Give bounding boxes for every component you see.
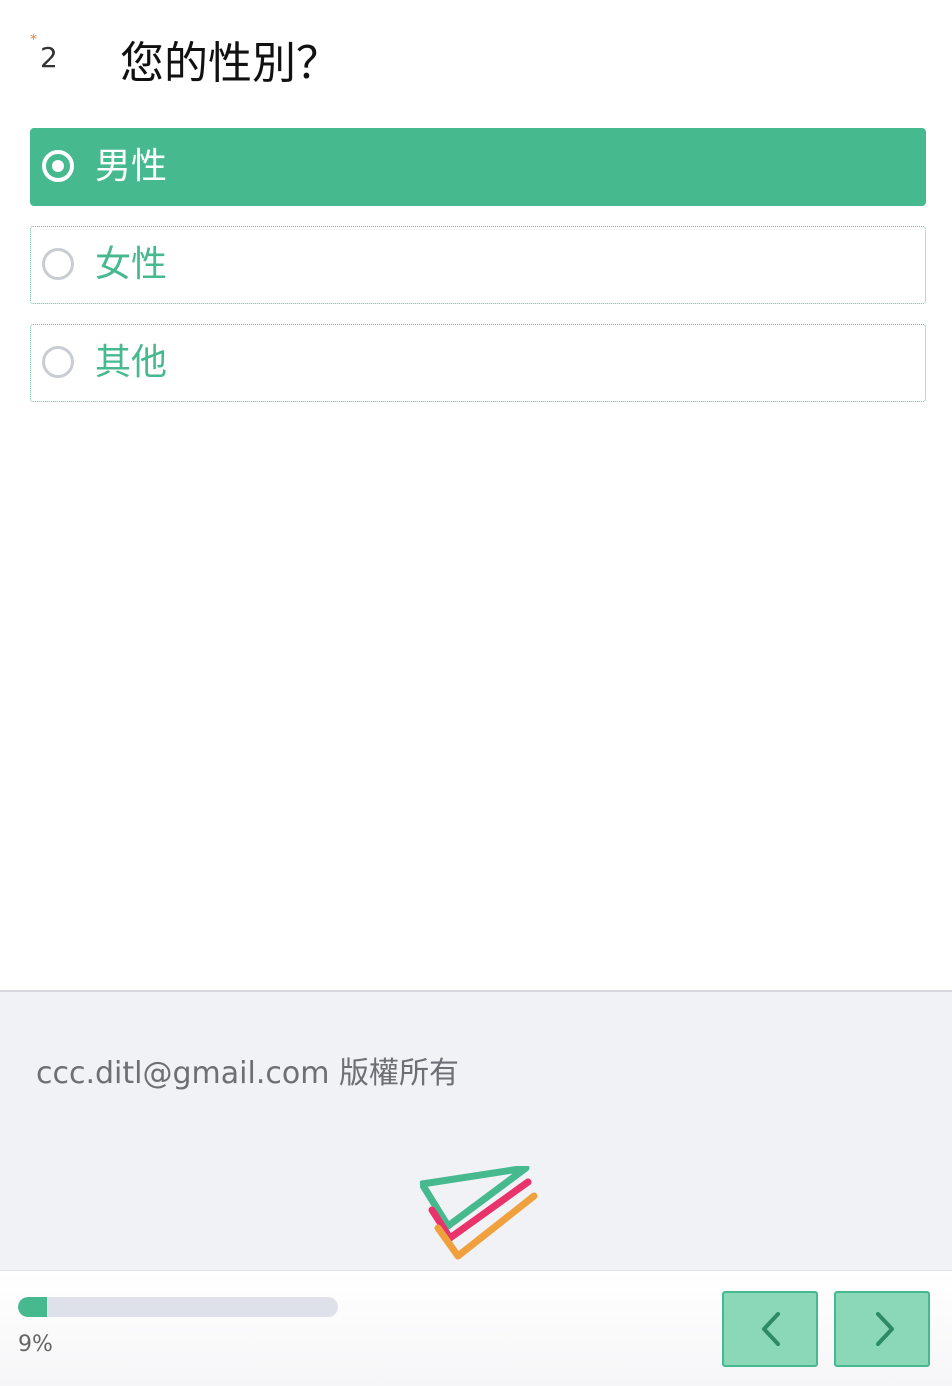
chevron-left-icon xyxy=(762,1312,780,1346)
progress-bar xyxy=(18,1297,338,1317)
option-other[interactable]: 其他 xyxy=(30,324,926,402)
copyright-text: ccc.ditl@gmail.com 版權所有 xyxy=(36,1056,459,1091)
question-title: 您的性別？ xyxy=(120,38,340,89)
previous-button[interactable] xyxy=(722,1291,818,1367)
radio-unchecked-icon[interactable] xyxy=(42,248,74,280)
navigation-bar: 9% xyxy=(0,1270,952,1386)
chevron-right-icon xyxy=(876,1312,894,1346)
option-label: 其他 xyxy=(95,342,168,383)
option-female[interactable]: 女性 xyxy=(30,226,926,304)
radio-checked-icon[interactable] xyxy=(42,150,74,182)
option-male[interactable]: 男性 xyxy=(30,128,926,206)
required-marker: * xyxy=(30,32,37,48)
survey-page: * 2 您的性別？ 男性 女性 其他 ccc.ditl@gmail.com 版權… xyxy=(0,0,952,1386)
question-block: * 2 您的性別？ 男性 女性 其他 xyxy=(0,0,952,990)
question-number: 2 xyxy=(40,41,58,74)
options-list: 男性 女性 其他 xyxy=(30,128,926,422)
survey-check-logo-icon xyxy=(418,1164,544,1272)
option-label: 男性 xyxy=(95,146,168,187)
option-label: 女性 xyxy=(95,244,168,285)
footer: ccc.ditl@gmail.com 版權所有 xyxy=(0,990,952,1270)
radio-unchecked-icon[interactable] xyxy=(42,346,74,378)
progress-percent: 9% xyxy=(18,1332,53,1357)
progress-fill xyxy=(18,1297,47,1317)
next-button[interactable] xyxy=(834,1291,930,1367)
